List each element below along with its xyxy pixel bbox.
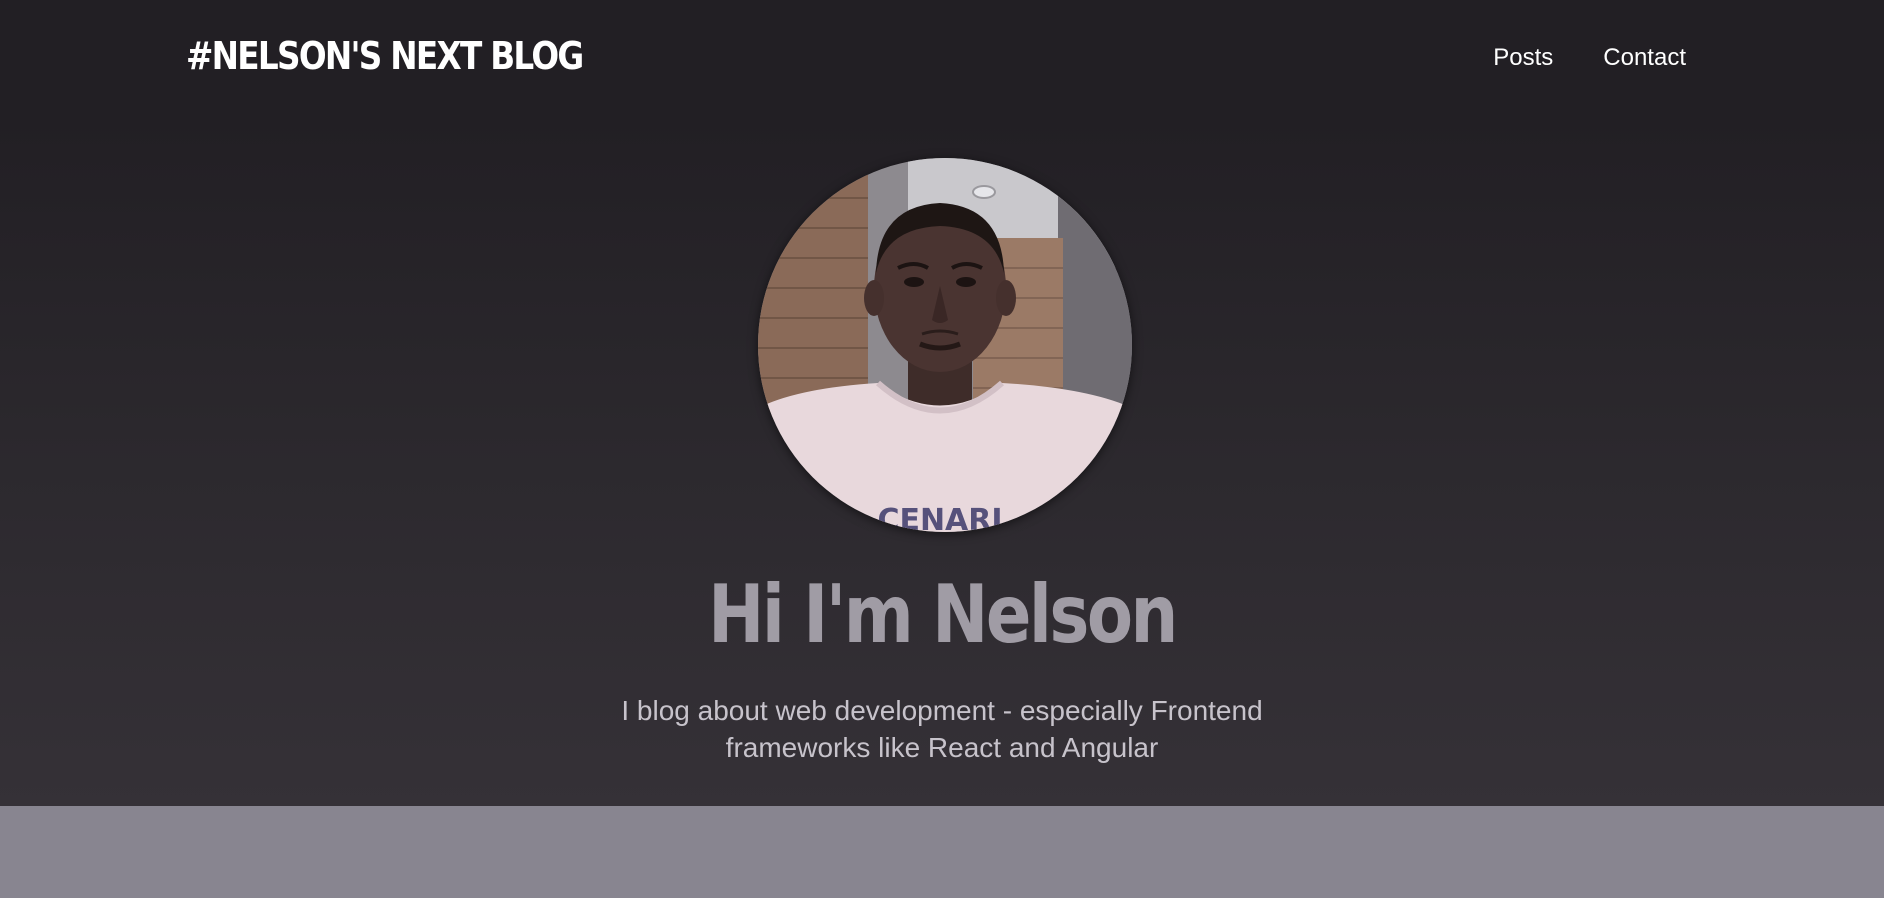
hero-section: CENARI Hi I'm Nelson I blog about web de… (0, 120, 1884, 806)
avatar-photo: CENARI (758, 158, 1132, 532)
page: #NELSON'S NEXT BLOG Posts Contact CENARI… (0, 0, 1884, 898)
site-logo[interactable]: #NELSON'S NEXT BLOG (186, 34, 584, 78)
site-header: #NELSON'S NEXT BLOG Posts Contact (0, 0, 1884, 120)
svg-text:CENARI: CENARI (877, 503, 1002, 532)
avatar: CENARI (758, 158, 1132, 532)
hero-tagline: I blog about web development - especiall… (621, 695, 1263, 763)
content-area (0, 806, 1884, 898)
nav-link-contact[interactable]: Contact (1603, 44, 1686, 72)
nav-link-posts[interactable]: Posts (1493, 44, 1553, 72)
hero-title: Hi I'm Nelson (708, 568, 1178, 661)
main-nav: Posts Contact (1493, 44, 1686, 72)
